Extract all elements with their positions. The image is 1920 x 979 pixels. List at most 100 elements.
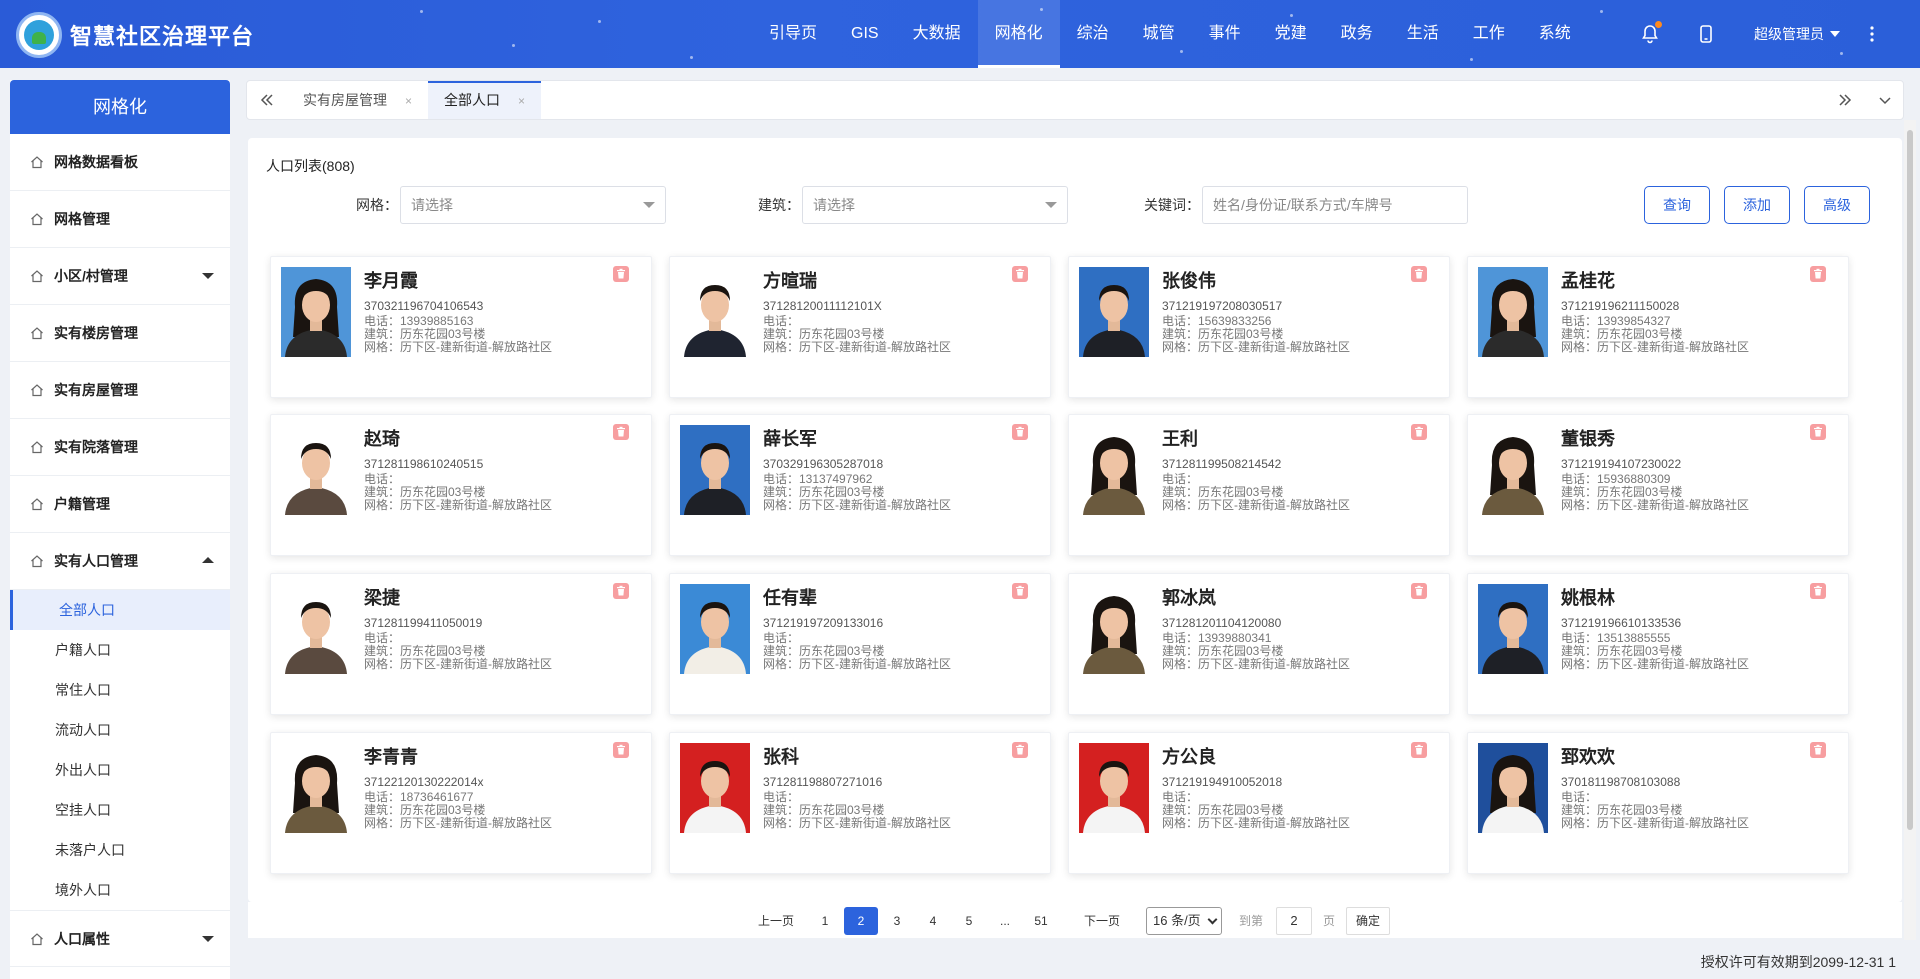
nav-urban[interactable]: 城管 [1126, 0, 1192, 68]
add-button[interactable]: 添加 [1724, 186, 1790, 224]
more-vertical-icon[interactable] [1862, 24, 1882, 44]
person-card[interactable]: 李月霞 370321196704106543 电话：13939885163 建筑：历东… [270, 256, 652, 398]
person-card[interactable]: 方公良 371219194910052018 电话： 建筑：历东花园03号楼 网格：历下… [1068, 732, 1450, 874]
close-icon[interactable]: × [405, 94, 412, 108]
person-card[interactable]: 郭冰岚 371281201104120080 电话：13939880341 建筑：历东… [1068, 573, 1450, 715]
person-card[interactable]: 赵琦 371281198610240515 电话： 建筑：历东花园03号楼 网格：历下区… [270, 414, 652, 556]
sidebar-subitem-nominal[interactable]: 空挂人口 [10, 790, 230, 830]
sidebar-item-population-attributes[interactable]: 人口属性 [10, 910, 230, 967]
sidebar-subitem-unregistered[interactable]: 未落户人口 [10, 830, 230, 870]
user-menu[interactable]: 超级管理员 [1754, 24, 1840, 44]
bell-icon[interactable] [1640, 21, 1662, 44]
person-card[interactable]: 李青青 37122120130222014x 电话：18736461677 建筑：历东… [270, 732, 652, 874]
delete-trash-icon[interactable] [613, 742, 629, 758]
delete-trash-icon[interactable] [1411, 266, 1427, 282]
page-button-current[interactable]: 2 [844, 907, 878, 935]
license-footer: 授权许可有效期到2099-12-31 1 [1700, 954, 1896, 970]
page-ellipsis[interactable]: ... [988, 907, 1022, 935]
person-card[interactable]: 薛长军 370329196305287018 电话：13137497962 建筑：历东… [669, 414, 1051, 556]
nav-life[interactable]: 生活 [1390, 0, 1456, 68]
sidebar-subitem-all-population[interactable]: 全部人口 [10, 590, 230, 630]
person-card[interactable]: 姚根林 371219196610133536 电话：13513885555 建筑：历东… [1467, 573, 1849, 715]
person-id-number: 371219196211150028 [1561, 299, 1680, 313]
delete-trash-icon[interactable] [1810, 424, 1826, 440]
delete-trash-icon[interactable] [1012, 424, 1028, 440]
building-select[interactable]: 请选择 [802, 186, 1068, 224]
query-button[interactable]: 查询 [1644, 186, 1710, 224]
nav-government[interactable]: 政务 [1324, 0, 1390, 68]
chevron-down-icon [1207, 914, 1218, 925]
delete-trash-icon[interactable] [1810, 266, 1826, 282]
page-button[interactable]: 1 [808, 907, 842, 935]
sidebar-item-label: 人口属性 [54, 930, 110, 947]
tabs-menu-chevron-down-icon[interactable] [1865, 81, 1905, 119]
sidebar-subitem-resident[interactable]: 常住人口 [10, 670, 230, 710]
person-card[interactable]: 张俊伟 371219197208030517 电话：15639833256 建筑：历东… [1068, 256, 1450, 398]
nav-gis[interactable]: GIS [834, 0, 896, 68]
mobile-icon[interactable] [1696, 24, 1716, 44]
sidebar-subitem-floating[interactable]: 流动人口 [10, 710, 230, 750]
page-button[interactable]: 5 [952, 907, 986, 935]
person-card[interactable]: 张科 371281198807271016 电话： 建筑：历东花园03号楼 网格：历下区… [669, 732, 1051, 874]
person-card[interactable]: 梁捷 371281199411050019 电话： 建筑：历东花园03号楼 网格：历下区… [270, 573, 652, 715]
sidebar-item-label: 实有院落管理 [54, 439, 138, 455]
delete-trash-icon[interactable] [1810, 583, 1826, 599]
person-card[interactable]: 郅欢欢 370181198708103088 电话： 建筑：历东花园03号楼 网格：历下… [1467, 732, 1849, 874]
delete-trash-icon[interactable] [1411, 424, 1427, 440]
person-card[interactable]: 王利 371281199508214542 电话： 建筑：历东花园03号楼 网格：历下区… [1068, 414, 1450, 556]
vertical-scrollbar[interactable] [1904, 120, 1916, 940]
delete-trash-icon[interactable] [1810, 742, 1826, 758]
sidebar-item-buildings[interactable]: 实有楼房管理 [10, 305, 230, 362]
sidebar-item-houses[interactable]: 实有房屋管理 [10, 362, 230, 419]
person-card[interactable]: 任有辈 371219197209133016 电话： 建筑：历东花园03号楼 网格：历下… [669, 573, 1051, 715]
delete-trash-icon[interactable] [1411, 583, 1427, 599]
nav-bigdata[interactable]: 大数据 [896, 0, 978, 68]
delete-trash-icon[interactable] [1012, 742, 1028, 758]
person-card[interactable]: 孟桂花 371219196211150028 电话：13939854327 建筑：历东… [1467, 256, 1849, 398]
sidebar-item-grid-dashboard[interactable]: 网格数据看板 [10, 134, 230, 191]
sidebar-item-grid-management[interactable]: 网格管理 [10, 191, 230, 248]
nav-party[interactable]: 党建 [1258, 0, 1324, 68]
person-grid: 网格：历下区-建新街道-解放路社区 [763, 657, 951, 671]
sidebar-subitem-overseas[interactable]: 境外人口 [10, 870, 230, 910]
nav-system[interactable]: 系统 [1522, 0, 1588, 68]
person-card[interactable]: 方暄瑞 37128120011112101X 电话： 建筑：历东花园03号楼 网格：历下… [669, 256, 1051, 398]
sidebar-item-population[interactable]: 实有人口管理 [10, 533, 230, 590]
goto-page-input[interactable]: 2 [1276, 907, 1312, 935]
delete-trash-icon[interactable] [613, 583, 629, 599]
delete-trash-icon[interactable] [613, 424, 629, 440]
tab-houses[interactable]: 实有房屋管理 × [287, 81, 428, 119]
nav-guide[interactable]: 引导页 [752, 0, 834, 68]
delete-trash-icon[interactable] [1012, 266, 1028, 282]
sidebar-item-label: 户籍管理 [54, 496, 110, 512]
person-photo [1478, 743, 1548, 833]
sidebar-subitem-registered[interactable]: 户籍人口 [10, 630, 230, 670]
page-size-select[interactable]: 16 条/页 [1146, 907, 1222, 935]
tabs-scroll-left-icon[interactable] [247, 81, 287, 119]
tabs-scroll-right-icon[interactable] [1825, 81, 1865, 119]
delete-trash-icon[interactable] [1411, 742, 1427, 758]
delete-trash-icon[interactable] [1012, 583, 1028, 599]
nav-work[interactable]: 工作 [1456, 0, 1522, 68]
person-card[interactable]: 董银秀 371219194107230022 电话：15936880309 建筑：历东… [1467, 414, 1849, 556]
keyword-input[interactable]: 姓名/身份证/联系方式/车牌号 [1202, 186, 1468, 224]
prev-page-button[interactable]: 上一页 [756, 907, 796, 935]
close-icon[interactable]: × [518, 94, 525, 108]
nav-comprehensive[interactable]: 综治 [1060, 0, 1126, 68]
grid-select[interactable]: 请选择 [400, 186, 666, 224]
tab-all-population[interactable]: 全部人口 × [428, 81, 542, 119]
nav-events[interactable]: 事件 [1192, 0, 1258, 68]
page-button[interactable]: 4 [916, 907, 950, 935]
nav-grid[interactable]: 网格化 [977, 0, 1060, 68]
delete-trash-icon[interactable] [613, 266, 629, 282]
page-button[interactable]: 3 [880, 907, 914, 935]
scrollbar-thumb[interactable] [1907, 130, 1913, 830]
sidebar-subitem-outgoing[interactable]: 外出人口 [10, 750, 230, 790]
sidebar-item-courtyards[interactable]: 实有院落管理 [10, 419, 230, 476]
sidebar-item-household[interactable]: 户籍管理 [10, 476, 230, 533]
sidebar-item-community[interactable]: 小区/村管理 [10, 248, 230, 305]
next-page-button[interactable]: 下一页 [1082, 907, 1122, 935]
page-button[interactable]: 51 [1024, 907, 1058, 935]
goto-confirm-button[interactable]: 确定 [1346, 907, 1390, 935]
advanced-button[interactable]: 高级 [1804, 186, 1870, 224]
